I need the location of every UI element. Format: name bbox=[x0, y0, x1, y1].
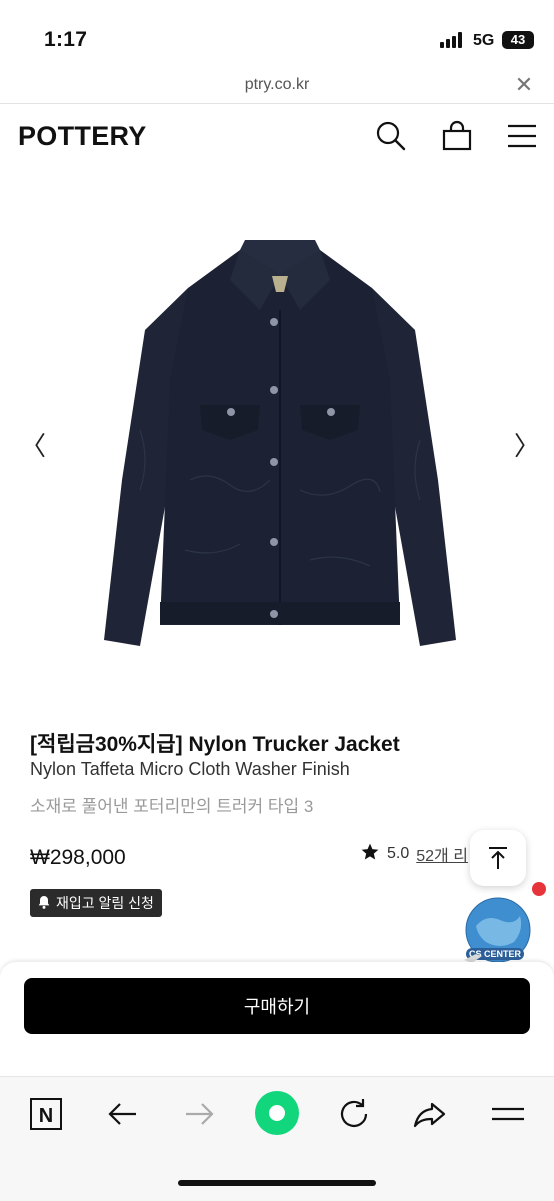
close-icon[interactable]: ✕ bbox=[514, 74, 534, 96]
carousel-prev-icon[interactable]: 〈 bbox=[20, 432, 46, 460]
bell-icon bbox=[36, 894, 52, 913]
carousel-next-icon[interactable]: 〉 bbox=[514, 432, 540, 460]
refresh-icon[interactable] bbox=[334, 1094, 374, 1134]
site-logo[interactable]: POTTERY bbox=[18, 121, 147, 152]
scroll-top-button[interactable] bbox=[470, 830, 526, 886]
home-indicator bbox=[178, 1180, 376, 1186]
product-description: 소재로 풀어낸 포터리만의 트러커 타입 3 bbox=[30, 797, 314, 816]
url-text[interactable]: ptry.co.kr bbox=[0, 76, 554, 94]
cs-center-badge[interactable]: CS CENTER bbox=[462, 896, 532, 966]
scroll-top-icon bbox=[489, 847, 507, 869]
rating-value: 5.0 bbox=[387, 845, 410, 862]
back-icon[interactable] bbox=[102, 1094, 142, 1134]
network-type: 5G bbox=[473, 32, 495, 49]
reviews-link[interactable]: 52개 리 bbox=[416, 842, 468, 866]
rating-row: 5.0 52개 리 bbox=[360, 842, 468, 866]
star-icon bbox=[360, 842, 380, 867]
share-icon[interactable] bbox=[410, 1094, 450, 1134]
url-divider bbox=[0, 103, 554, 104]
signal-icon bbox=[440, 32, 466, 48]
notification-dot bbox=[532, 882, 546, 896]
restock-label: 재입고 알림 신청 bbox=[56, 895, 154, 911]
menu-lines-icon[interactable] bbox=[488, 1094, 528, 1134]
forward-icon[interactable] bbox=[180, 1094, 220, 1134]
search-icon[interactable] bbox=[375, 120, 407, 152]
product-subtitle: Nylon Taffeta Micro Cloth Washer Finish bbox=[30, 759, 350, 779]
menu-icon[interactable] bbox=[506, 120, 538, 152]
restock-alert-button[interactable]: 재입고 알림 신청 bbox=[30, 889, 162, 917]
battery-indicator: 43 bbox=[502, 31, 534, 49]
status-time: 1:17 bbox=[44, 28, 88, 51]
shopping-bag-icon[interactable] bbox=[441, 120, 473, 152]
n-label: N bbox=[39, 1105, 53, 1127]
n-home-icon[interactable]: N bbox=[26, 1094, 66, 1134]
product-image[interactable] bbox=[60, 230, 500, 670]
product-price: ₩298,000 bbox=[30, 846, 126, 869]
buy-button[interactable]: 구매하기 bbox=[24, 978, 530, 1034]
green-dot-home-icon[interactable] bbox=[254, 1090, 300, 1136]
product-title: [적립금30%지급] Nylon Trucker Jacket bbox=[30, 733, 400, 756]
